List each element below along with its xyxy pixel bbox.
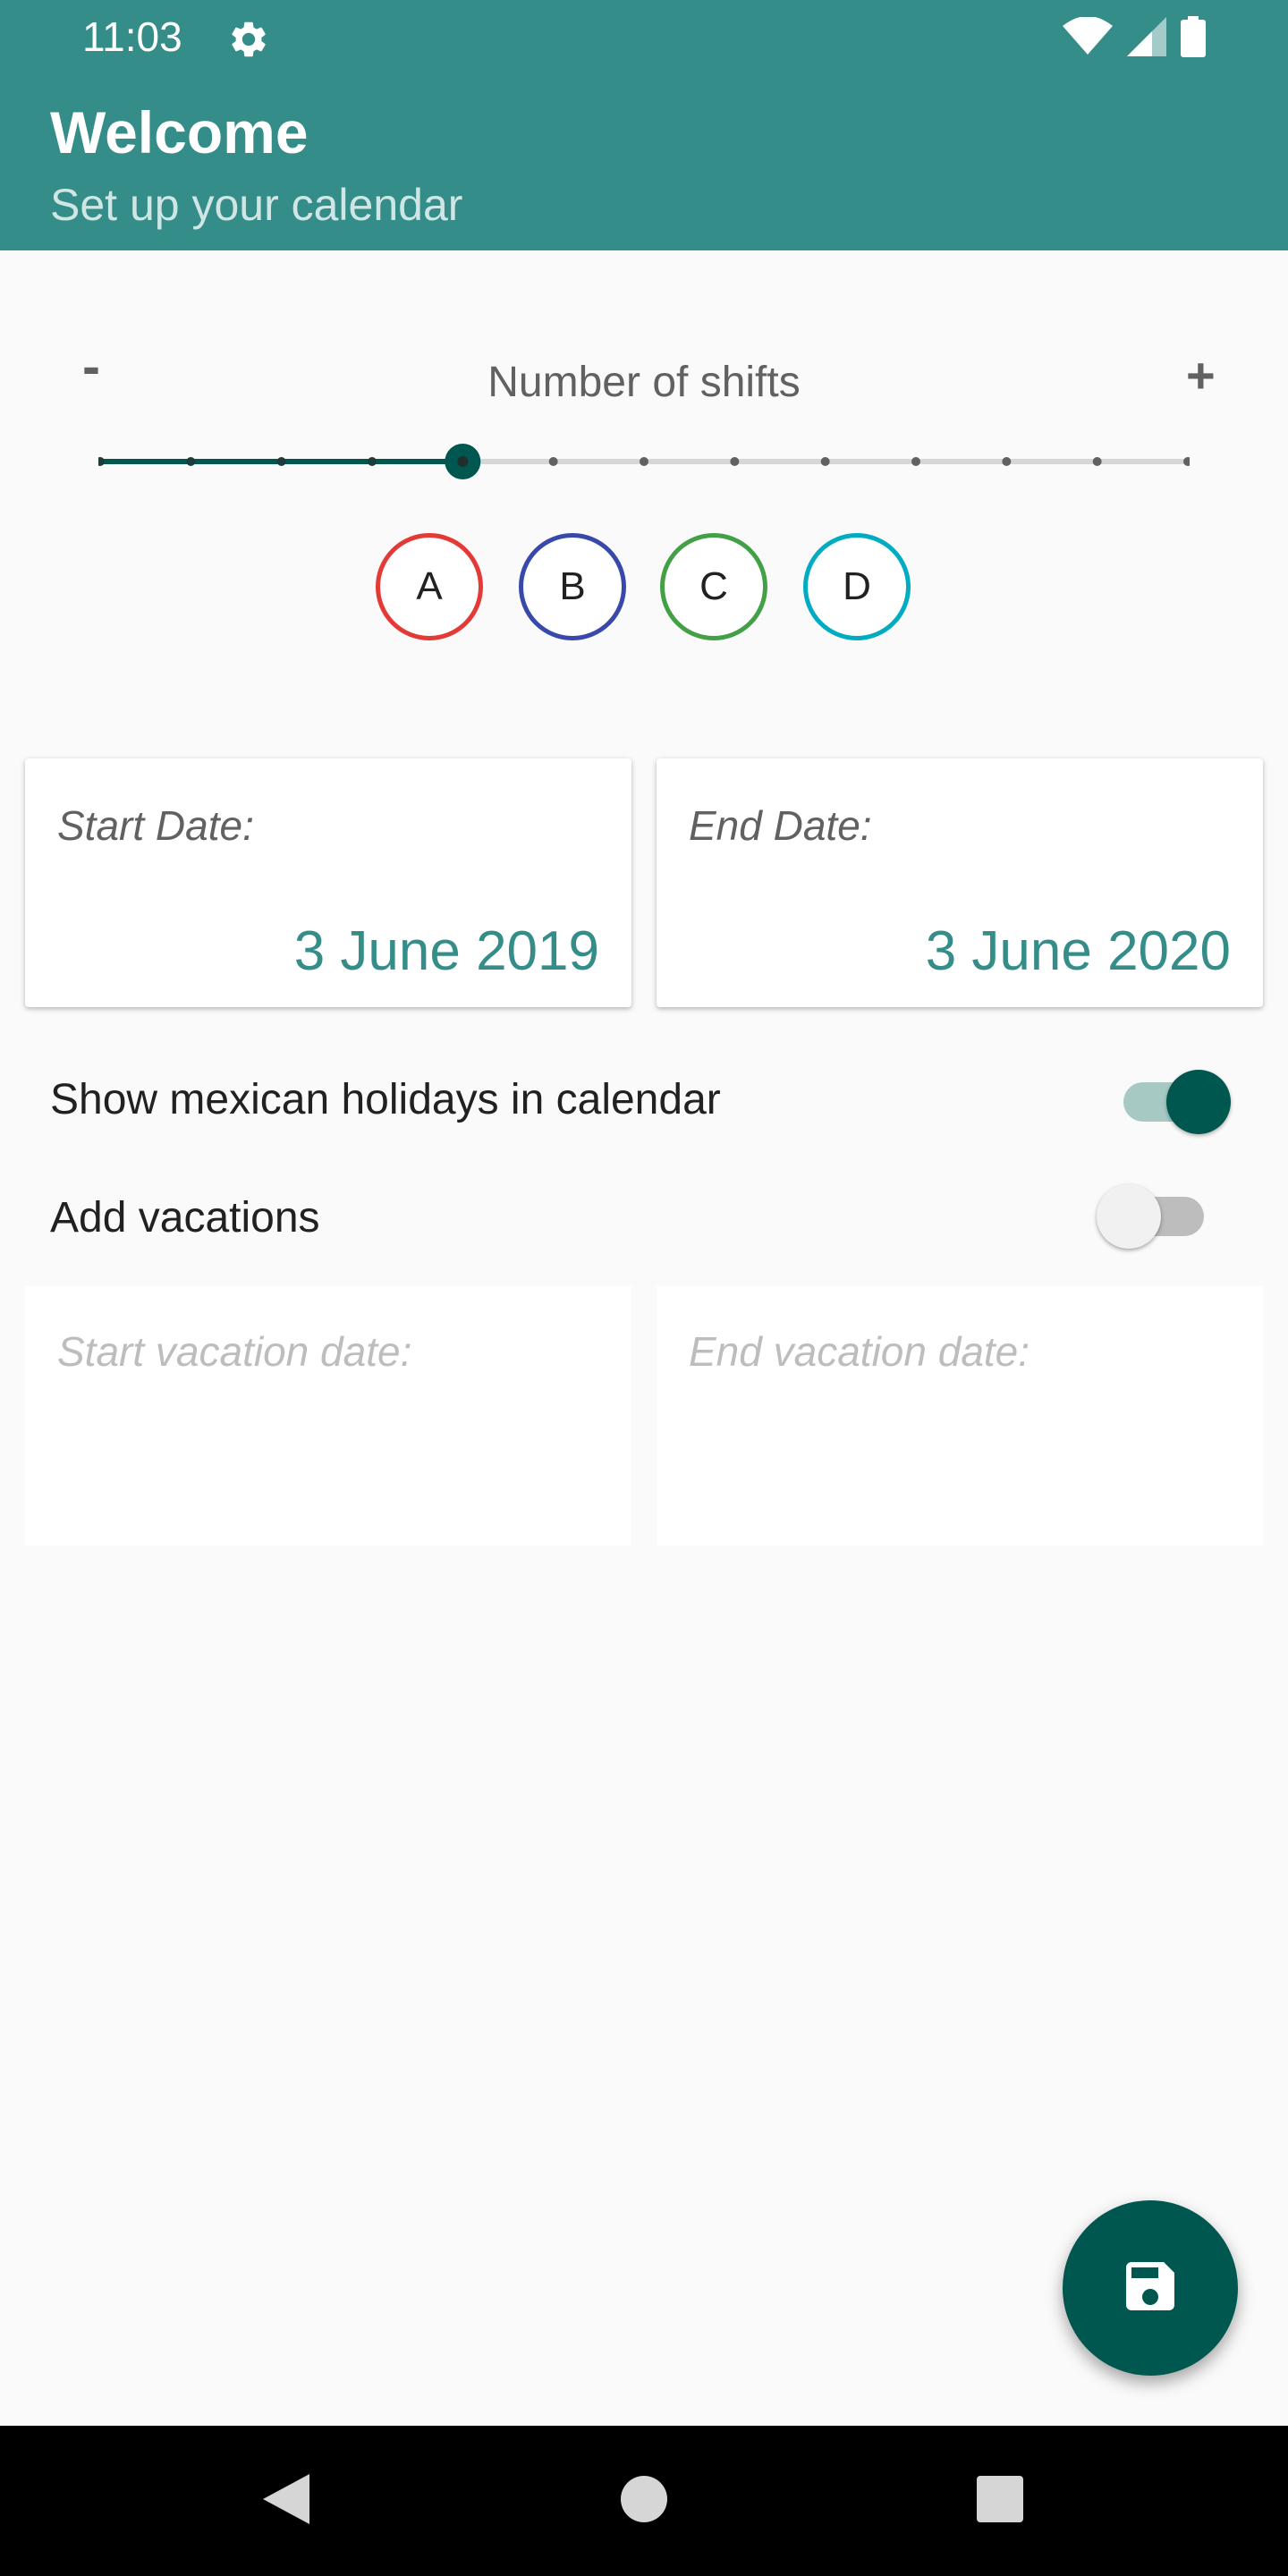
slider-tick bbox=[1092, 457, 1102, 466]
holidays-label: Show mexican holidays in calendar bbox=[50, 1076, 721, 1123]
app-bar: 11:03 Welcome Set up your calendar bbox=[0, 0, 1288, 250]
gear-icon bbox=[227, 18, 270, 61]
vacations-label: Add vacations bbox=[50, 1194, 320, 1241]
save-icon bbox=[1118, 2254, 1182, 2323]
start-vacation-card[interactable]: Start vacation date: bbox=[25, 1286, 631, 1546]
vacations-switch[interactable] bbox=[1097, 1184, 1208, 1249]
shifts-label: Number of shifts bbox=[487, 359, 801, 406]
start-date-value: 3 June 2019 bbox=[293, 920, 599, 982]
back-icon bbox=[259, 2470, 313, 2532]
end-date-card[interactable]: End Date: 3 June 2020 bbox=[657, 758, 1263, 1007]
recents-icon bbox=[977, 2475, 1023, 2527]
shift-c[interactable]: C bbox=[660, 533, 767, 640]
slider-tick bbox=[98, 457, 105, 466]
wifi-icon bbox=[1063, 17, 1113, 56]
end-vacation-card[interactable]: End vacation date: bbox=[657, 1286, 1263, 1546]
battery-icon bbox=[1181, 16, 1206, 57]
shift-d[interactable]: D bbox=[803, 533, 911, 640]
start-date-card[interactable]: Start Date: 3 June 2019 bbox=[25, 758, 631, 1007]
slider-tick bbox=[1002, 457, 1012, 466]
page-title: Welcome bbox=[50, 99, 309, 165]
slider-tick bbox=[820, 457, 830, 466]
shift-list: A B C D bbox=[0, 533, 1288, 644]
end-date-value: 3 June 2020 bbox=[925, 920, 1231, 982]
home-button[interactable] bbox=[581, 2426, 707, 2576]
start-date-label: Start Date: bbox=[57, 802, 254, 849]
status-icons bbox=[1063, 16, 1206, 57]
end-vacation-placeholder: End vacation date: bbox=[689, 1328, 1030, 1375]
page-subtitle: Set up your calendar bbox=[50, 180, 463, 230]
recents-button[interactable] bbox=[937, 2426, 1063, 2576]
holidays-switch-thumb bbox=[1166, 1070, 1231, 1134]
slider-tick bbox=[730, 457, 740, 466]
slider-thumb-dot bbox=[457, 456, 469, 467]
save-button[interactable] bbox=[1063, 2200, 1238, 2376]
status-time: 11:03 bbox=[82, 13, 182, 60]
slider-tick bbox=[186, 457, 196, 466]
back-button[interactable] bbox=[224, 2426, 349, 2576]
navigation-bar bbox=[0, 2426, 1288, 2576]
signal-icon bbox=[1127, 17, 1166, 56]
end-date-label: End Date: bbox=[689, 802, 872, 849]
home-icon bbox=[621, 2475, 667, 2527]
slider-tick bbox=[368, 457, 377, 466]
shifts-slider[interactable] bbox=[98, 429, 1190, 494]
slider-tick bbox=[276, 457, 286, 466]
slider-tick bbox=[640, 457, 648, 466]
shift-b[interactable]: B bbox=[519, 533, 626, 640]
holidays-switch[interactable] bbox=[1120, 1070, 1231, 1134]
slider-tick bbox=[1183, 457, 1190, 466]
status-bar: 11:03 bbox=[0, 0, 1288, 77]
start-vacation-placeholder: Start vacation date: bbox=[57, 1328, 412, 1375]
slider-tick bbox=[911, 457, 920, 466]
vacations-switch-thumb bbox=[1097, 1184, 1161, 1249]
slider-tick bbox=[548, 457, 558, 466]
increase-shifts-button[interactable]: + bbox=[1186, 351, 1216, 401]
shift-a[interactable]: A bbox=[376, 533, 483, 640]
